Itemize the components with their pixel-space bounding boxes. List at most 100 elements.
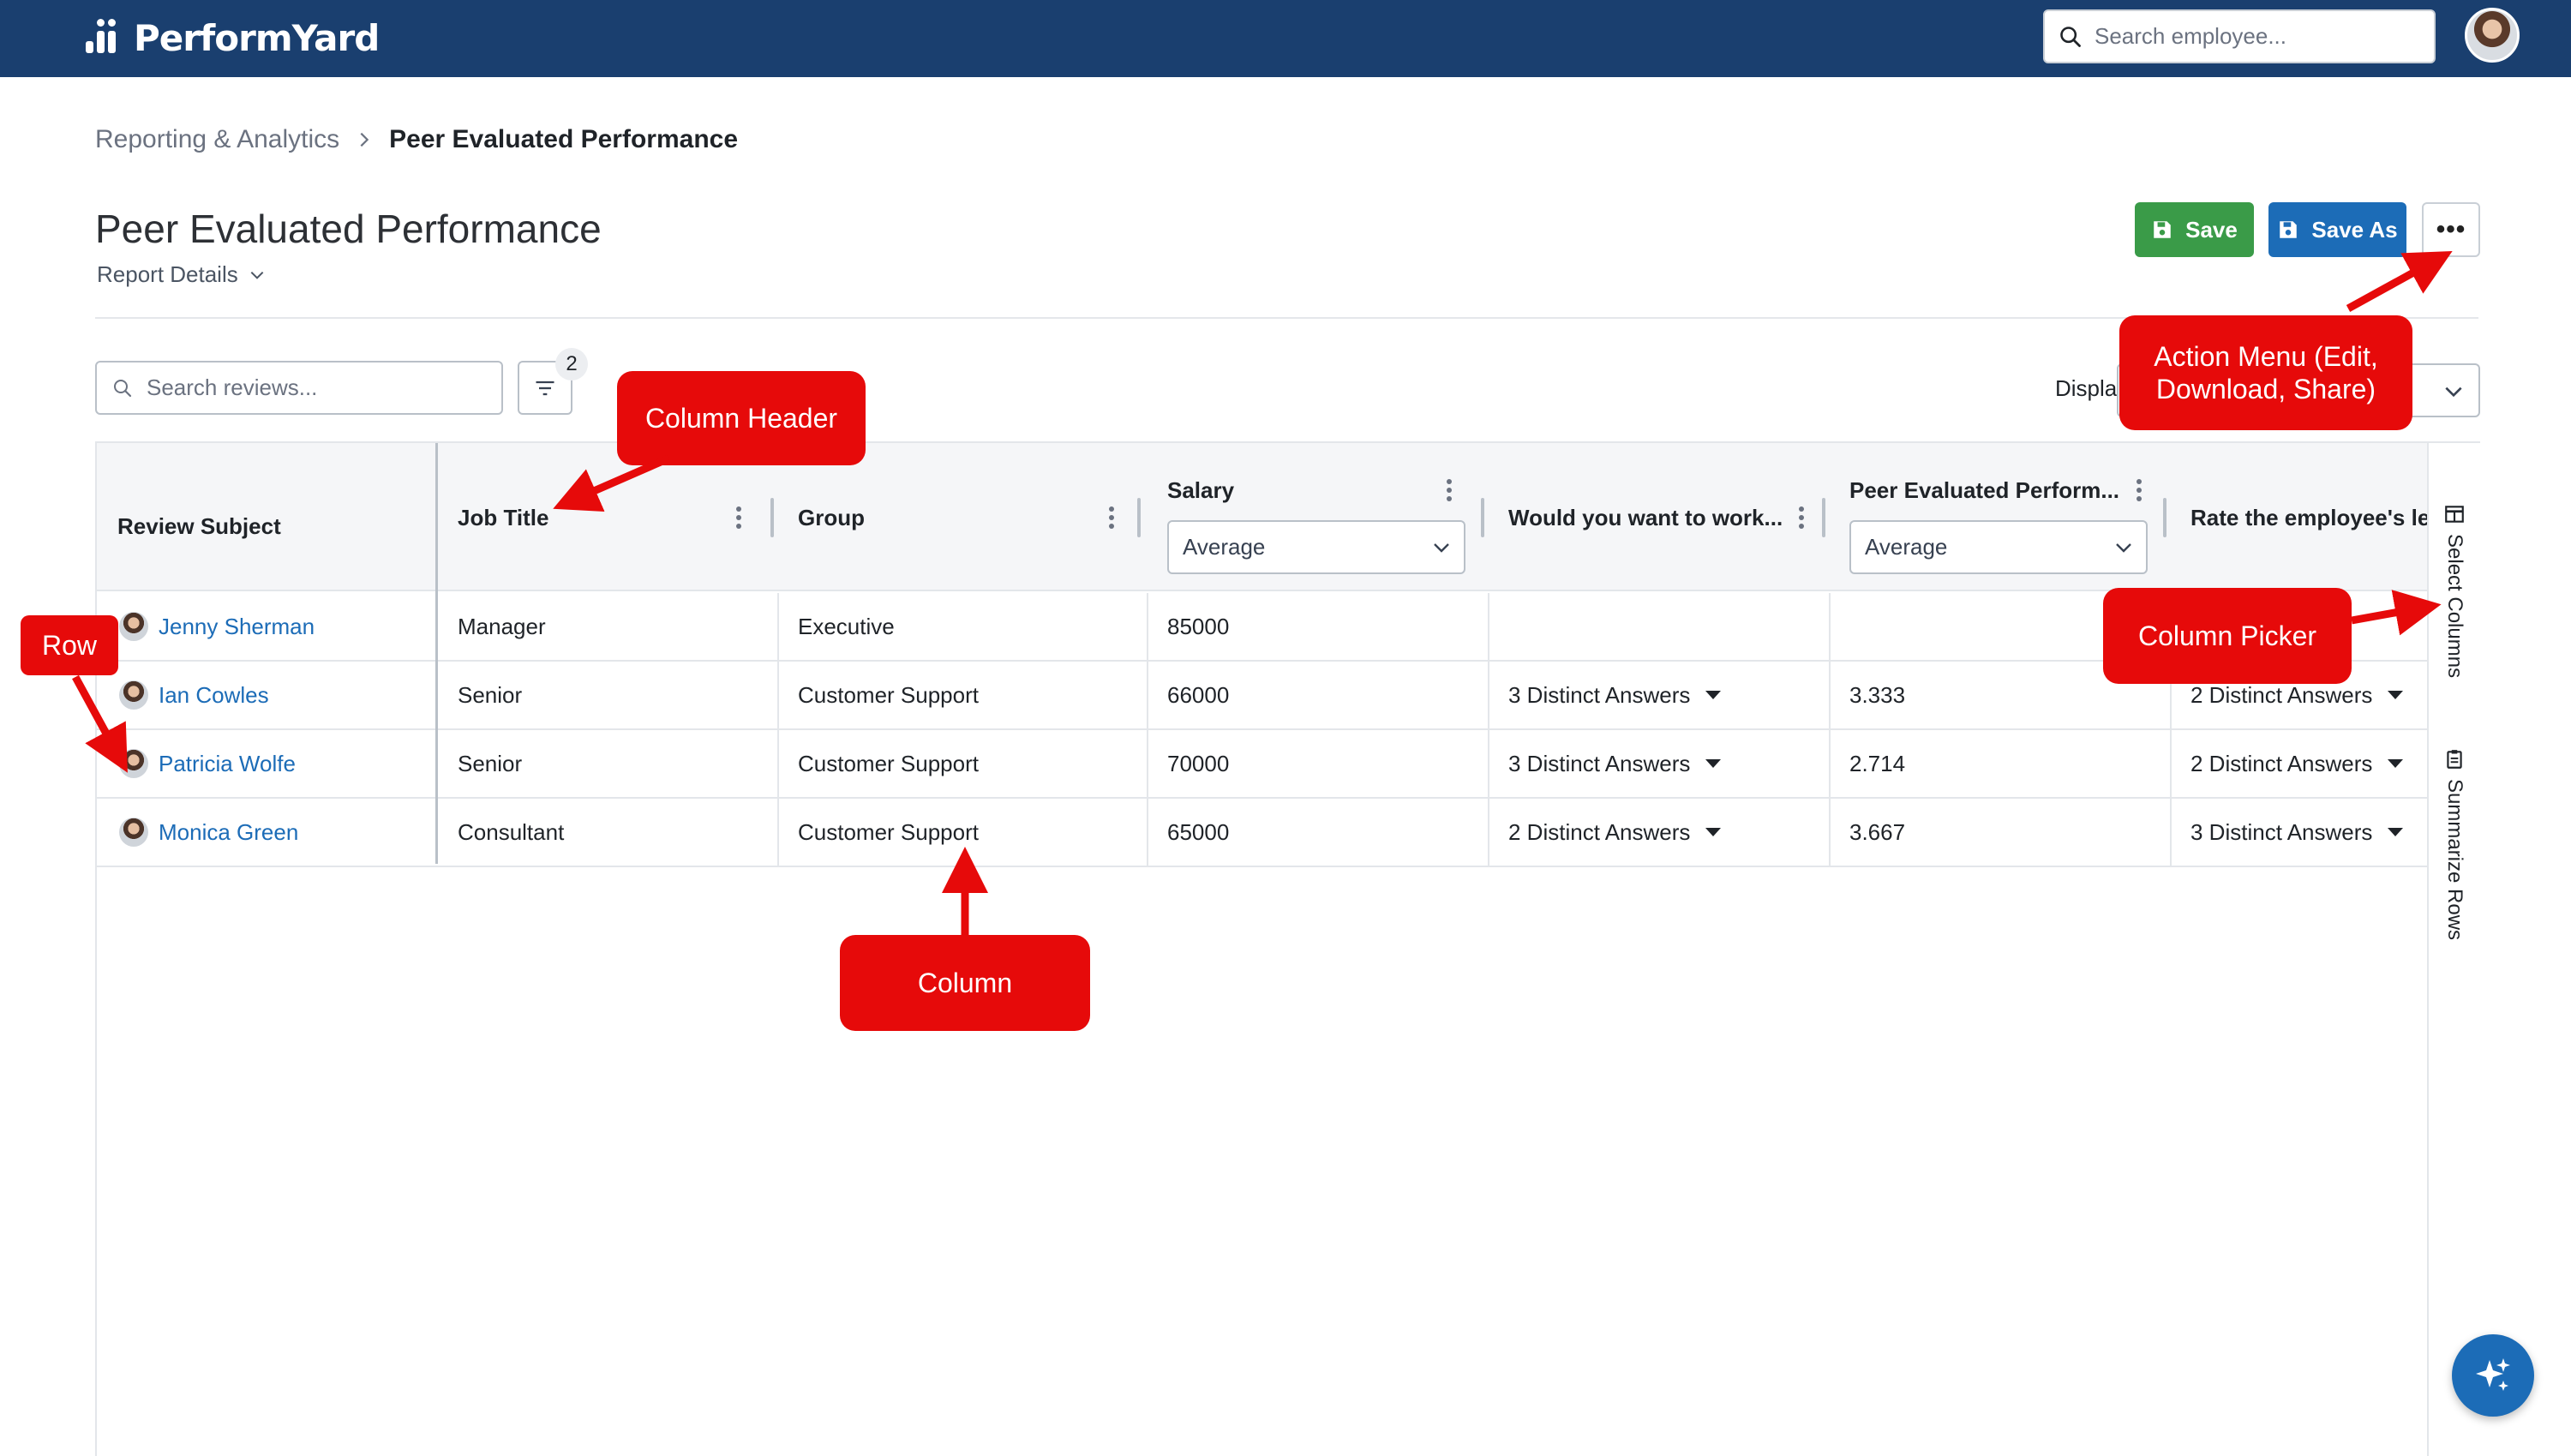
chevron-down-icon: [250, 271, 264, 279]
column-resize-handle[interactable]: [2163, 498, 2166, 537]
filter-icon: [536, 380, 554, 395]
save-button-label: Save: [2185, 216, 2238, 243]
column-header-rate-the-employee[interactable]: Rate the employee's le: [2170, 443, 2427, 591]
caret-down-icon[interactable]: [1705, 828, 1722, 836]
save-icon: [2280, 221, 2298, 238]
salary-cell: 70000: [1167, 750, 1230, 776]
column-header-review-subject[interactable]: Review Subject: [97, 443, 437, 591]
top-navigation-bar: PerformYard: [0, 0, 2571, 77]
job-title-cell: Senior: [458, 750, 523, 776]
filter-count-badge: 2: [555, 348, 588, 380]
caret-down-icon[interactable]: [2388, 691, 2404, 699]
job-title-cell: Consultant: [458, 818, 565, 845]
salary-cell: 65000: [1167, 818, 1230, 845]
annotation-column: Column: [840, 935, 1090, 1031]
column-header-peer-evaluated-performance[interactable]: Peer Evaluated Perform... Average: [1829, 443, 2170, 591]
group-cell: Executive: [798, 613, 895, 639]
review-subject-cell[interactable]: Jenny Sherman: [97, 593, 437, 660]
caret-down-icon[interactable]: [1705, 691, 1722, 699]
rate-cell[interactable]: 2 Distinct Answers: [2170, 730, 2427, 797]
aggregate-value: Average: [1865, 534, 1948, 560]
work-with-cell[interactable]: 3 Distinct Answers: [1488, 662, 1829, 728]
avatar: [119, 612, 148, 641]
chevron-down-icon: [1434, 543, 1449, 553]
kebab-icon[interactable]: [2136, 477, 2142, 503]
review-subject-name[interactable]: Patricia Wolfe: [159, 751, 296, 777]
salary-cell: 66000: [1167, 681, 1230, 708]
caret-down-icon[interactable]: [2388, 828, 2404, 836]
employee-search-input[interactable]: [2095, 23, 2420, 50]
select-columns-label: Select Columns: [2443, 534, 2466, 679]
user-avatar[interactable]: [2465, 8, 2520, 63]
table-row[interactable]: Jenny Sherman Manager Executive 85000: [97, 593, 2427, 662]
kebab-horizontal-icon: •••: [2436, 215, 2466, 243]
summarize-rows-tab[interactable]: Summarize Rows: [2429, 748, 2480, 940]
review-search[interactable]: [95, 361, 503, 415]
kebab-icon[interactable]: [735, 505, 742, 530]
review-subject-name[interactable]: Monica Green: [159, 819, 298, 846]
kebab-icon[interactable]: [1798, 505, 1805, 530]
distinct-answers-label: 3 Distinct Answers: [1508, 681, 1691, 708]
group-cell: Customer Support: [798, 681, 979, 708]
save-as-button[interactable]: Save As: [2268, 202, 2406, 257]
chevron-down-icon: [2445, 386, 2462, 398]
review-subject-cell[interactable]: Ian Cowles: [97, 662, 437, 728]
kebab-icon[interactable]: [1446, 477, 1453, 503]
display-label: Displa: [2055, 375, 2118, 401]
work-with-cell[interactable]: 2 Distinct Answers: [1488, 799, 1829, 866]
breadcrumb-reporting-link[interactable]: Reporting & Analytics: [95, 125, 339, 154]
table-row[interactable]: Monica Green Consultant Customer Support…: [97, 799, 2427, 867]
avatar: [119, 680, 148, 710]
annotation-column-picker: Column Picker: [2103, 588, 2352, 684]
action-menu-button[interactable]: •••: [2422, 202, 2480, 257]
column-header-salary[interactable]: Salary Average: [1147, 443, 1488, 591]
column-header-would-you-want-to-work[interactable]: Would you want to work...: [1488, 443, 1829, 591]
job-title-cell: Senior: [458, 681, 523, 708]
review-subject-name[interactable]: Jenny Sherman: [159, 614, 315, 640]
salary-aggregate-select[interactable]: Average: [1167, 520, 1465, 574]
table-row[interactable]: Patricia Wolfe Senior Customer Support 7…: [97, 730, 2427, 799]
distinct-answers-label: 3 Distinct Answers: [1508, 750, 1691, 776]
save-button[interactable]: Save: [2135, 202, 2254, 257]
save-as-button-label: Save As: [2311, 216, 2398, 243]
distinct-answers-label: 2 Distinct Answers: [1508, 818, 1691, 845]
column-header-label: Job Title: [458, 505, 549, 530]
chevron-right-icon: [360, 132, 369, 147]
brand-name: PerformYard: [134, 16, 380, 59]
group-cell: Customer Support: [798, 818, 979, 845]
column-header-label: Review Subject: [117, 513, 281, 539]
search-icon: [2060, 26, 2081, 47]
review-subject-cell[interactable]: Patricia Wolfe: [97, 730, 437, 797]
review-subject-cell[interactable]: Monica Green: [97, 799, 437, 866]
column-resize-handle[interactable]: [1137, 498, 1141, 537]
column-resize-handle[interactable]: [770, 498, 774, 537]
sparkle-icon: [2476, 1358, 2510, 1391]
column-resize-handle[interactable]: [1822, 498, 1825, 537]
table-row[interactable]: Ian Cowles Senior Customer Support 66000…: [97, 662, 2427, 730]
caret-down-icon[interactable]: [2388, 759, 2404, 768]
work-with-cell[interactable]: 3 Distinct Answers: [1488, 730, 1829, 797]
peer-performance-aggregate-select[interactable]: Average: [1849, 520, 2148, 574]
report-details-toggle[interactable]: Report Details: [97, 261, 266, 288]
caret-down-icon[interactable]: [1705, 759, 1722, 768]
avatar: [119, 818, 148, 847]
column-header-label: Peer Evaluated Perform...: [1849, 477, 2120, 503]
distinct-answers-label: 2 Distinct Answers: [2190, 681, 2373, 708]
select-columns-tab[interactable]: Select Columns: [2429, 503, 2480, 678]
review-search-input[interactable]: [147, 374, 489, 401]
side-tool-panel: Select Columns Summarize Rows: [2427, 443, 2480, 1456]
report-details-label: Report Details: [97, 261, 238, 287]
column-header-label: Rate the employee's le: [2190, 505, 2427, 530]
ai-assistant-button[interactable]: [2452, 1334, 2534, 1417]
review-subject-name[interactable]: Ian Cowles: [159, 682, 269, 709]
column-resize-handle[interactable]: [1481, 498, 1484, 537]
salary-cell: 85000: [1167, 613, 1230, 639]
column-header-label: Salary: [1167, 477, 1235, 503]
kebab-icon[interactable]: [1108, 505, 1115, 530]
search-icon: [114, 379, 132, 397]
employee-search[interactable]: [2043, 9, 2436, 63]
distinct-answers-label: 2 Distinct Answers: [2190, 750, 2373, 776]
rate-cell[interactable]: 3 Distinct Answers: [2170, 799, 2427, 866]
brand-logo[interactable]: PerformYard: [86, 12, 380, 63]
grid-header: Review Subject Job Title Group Salary Av…: [97, 443, 2427, 591]
